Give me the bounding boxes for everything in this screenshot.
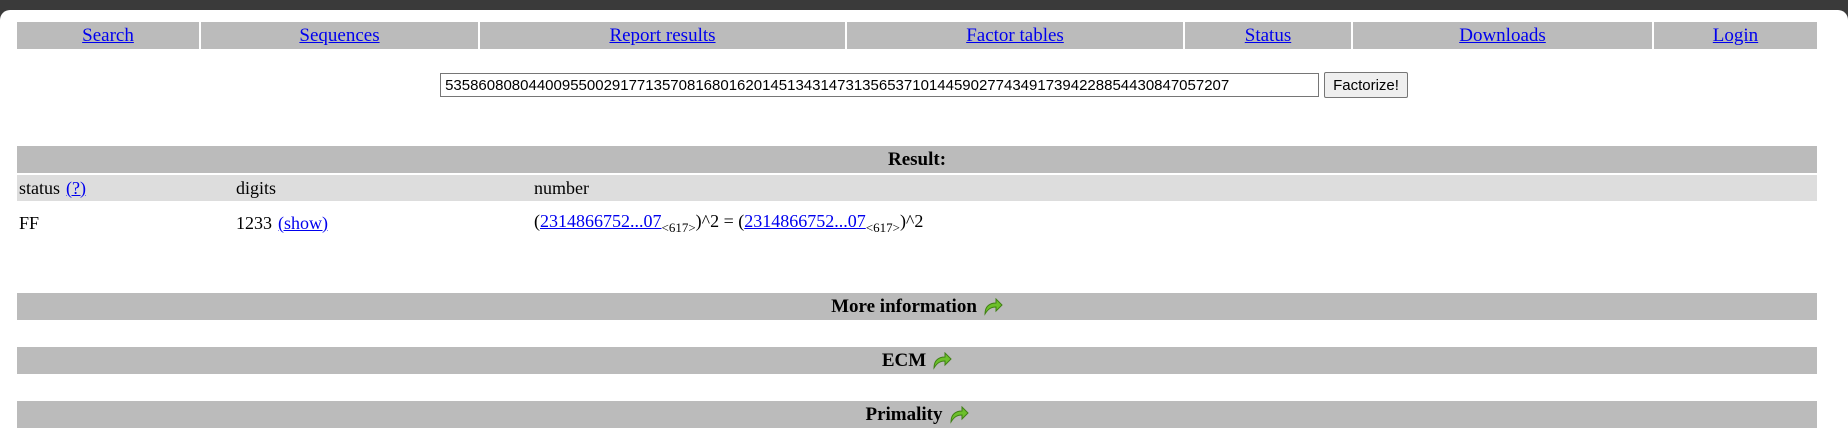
more-information-title: More information — [831, 295, 977, 317]
lhs-factor-link[interactable]: 2314866752...07 — [540, 211, 662, 231]
rhs-digit-count: <617> — [865, 219, 900, 235]
more-information-section[interactable]: More information — [17, 293, 1817, 320]
search-form: Factorize! — [0, 72, 1848, 98]
nav-cell-status: Status — [1185, 22, 1351, 49]
status-help-link[interactable]: (?) — [66, 178, 86, 199]
nav-login[interactable]: Login — [1713, 25, 1758, 47]
result-header: Result: — [17, 146, 1817, 173]
lhs-close-equals: )^2 = ( — [695, 210, 745, 231]
status-cell: FF — [19, 206, 39, 240]
number-column-header: number — [534, 175, 589, 201]
green-curved-arrow-icon[interactable] — [932, 351, 952, 370]
number-input[interactable] — [440, 73, 1320, 97]
primality-section[interactable]: Primality — [17, 401, 1817, 428]
nav-sequences[interactable]: Sequences — [299, 25, 379, 47]
digits-value: 1233 — [236, 212, 272, 233]
digits-header-label: digits — [236, 177, 277, 198]
rhs-close-power: )^2 — [899, 210, 924, 231]
number-cell: (2314866752...07<617>)^2 = (2314866752..… — [534, 206, 923, 240]
top-navigation: Search Sequences Report results Factor t… — [17, 22, 1817, 49]
nav-search[interactable]: Search — [82, 25, 134, 47]
nav-cell-sequences: Sequences — [201, 22, 478, 49]
primality-title: Primality — [865, 403, 943, 425]
show-digits-link[interactable]: (show) — [278, 213, 328, 234]
result-column-headers: status (?) digits number — [17, 175, 1817, 201]
green-curved-arrow-icon[interactable] — [983, 297, 1003, 316]
nav-cell-search: Search — [17, 22, 199, 49]
lhs-digit-count: <617> — [661, 219, 696, 235]
green-curved-arrow-icon[interactable] — [949, 405, 969, 424]
table-row: FF 1233 (show) (2314866752...07<617>)^2 … — [17, 206, 1817, 240]
nav-cell-downloads: Downloads — [1353, 22, 1652, 49]
ecm-section[interactable]: ECM — [17, 347, 1817, 374]
nav-cell-factor-tables: Factor tables — [847, 22, 1183, 49]
nav-cell-login: Login — [1654, 22, 1817, 49]
nav-factor-tables[interactable]: Factor tables — [966, 25, 1064, 47]
digits-column-header: digits — [236, 175, 276, 201]
nav-report-results[interactable]: Report results — [609, 25, 715, 47]
nav-status[interactable]: Status — [1245, 25, 1291, 47]
status-header-label: status — [19, 177, 61, 198]
page: Search Sequences Report results Factor t… — [0, 10, 1848, 446]
status-column-header: status (?) — [19, 175, 86, 201]
status-value: FF — [19, 212, 40, 233]
number-header-label: number — [534, 177, 589, 198]
nav-cell-report-results: Report results — [480, 22, 845, 49]
factorize-button[interactable]: Factorize! — [1324, 72, 1408, 98]
result-title: Result: — [887, 148, 947, 170]
nav-downloads[interactable]: Downloads — [1459, 25, 1546, 47]
rhs-factor-link[interactable]: 2314866752...07 — [744, 211, 866, 231]
digits-cell: 1233 (show) — [236, 206, 328, 240]
factor-expression: (2314866752...07<617>)^2 = (2314866752..… — [534, 211, 923, 236]
ecm-title: ECM — [881, 349, 927, 371]
